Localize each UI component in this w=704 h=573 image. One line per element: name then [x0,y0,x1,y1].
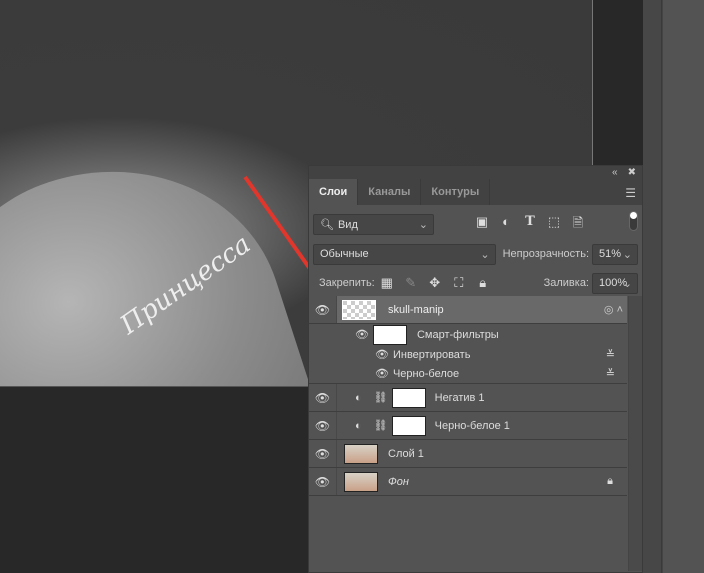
layer-thumbnail [344,443,378,464]
smart-filters-row[interactable]: 👁︎ Смарт-фильтры [309,324,627,345]
adjustment-icon: ◐ [355,419,362,432]
filter-toggle[interactable] [629,211,638,231]
layer-name: skull-manip [388,303,444,316]
layer-skull-manip[interactable]: 👁︎ skull-manip ◎ ˄ [309,296,627,324]
opacity-label: Непрозрачность: [502,248,589,260]
layer-name: Слой 1 [388,447,424,460]
visibility-eye-icon[interactable]: 👁︎ [309,296,337,323]
filter-invert-row[interactable]: 👁︎ Инвертировать ≚ [309,345,627,364]
filter-mask-thumbnail [372,324,407,345]
layer-mask-thumbnail [391,387,426,408]
visibility-eye-icon[interactable]: 👁︎ [375,367,389,380]
visibility-eye-icon[interactable]: 👁︎ [375,348,389,361]
smart-filter-toggle-icon[interactable]: ◎ ˄ [604,303,623,316]
fill-field[interactable]: 100% ⌄ [592,272,638,294]
opacity-field[interactable]: 51% ⌄ [592,243,638,265]
chevron-down-icon[interactable]: ⌄ [623,277,632,290]
blending-options-icon[interactable]: ≚ [606,348,615,361]
blending-options-icon[interactable]: ≚ [606,367,615,380]
layer-name: Фон [388,475,409,488]
lock-icon: 🔒︎ [607,475,613,487]
lock-transparency-icon[interactable]: ▦ [375,275,399,291]
layer-bw-1[interactable]: 👁︎ ◐ ⛓ Черно-белое 1 [309,412,627,440]
filter-kind-select[interactable]: 🔍︎ Вид ⌄ [313,214,434,235]
filter-bw-row[interactable]: 👁︎ Черно-белое ≚ [309,364,627,383]
visibility-eye-icon[interactable]: 👁︎ [309,468,337,495]
type-filter-icon[interactable]: T [518,214,542,236]
layer-name: Негатив 1 [434,391,485,404]
close-icon[interactable]: ✖ [628,167,636,178]
tab-layers[interactable]: Слои [309,179,359,205]
layer-name: Инвертировать [392,348,471,361]
visibility-eye-icon[interactable]: 👁︎ [355,328,369,341]
visibility-eye-icon[interactable]: 👁︎ [309,384,337,411]
opacity-value: 51% [599,248,622,260]
layer-negative-1[interactable]: 👁︎ ◐ ⛓ Негатив 1 [309,384,627,412]
panel-dock-strip [643,0,662,573]
shape-filter-icon[interactable]: ⬚ [542,214,566,236]
lock-all-icon[interactable]: 🔒︎ [471,275,495,291]
filter-kind-label: Вид [337,218,358,231]
lock-artboard-icon[interactable]: ⛶ [447,275,471,291]
smart-object-thumbnail [342,299,376,320]
layer-name: Черно-белое 1 [434,419,510,432]
search-icon: 🔍︎ [320,219,334,231]
layers-list: 👁︎ skull-manip ◎ ˄ 👁︎ Смарт-фильтры 👁︎ И… [309,296,627,496]
chevron-down-icon[interactable]: ⌄ [623,248,632,261]
panel-dock [662,0,704,573]
layers-panel: « ✖ Слои Каналы Контуры ☰ 🔍︎ Вид ⌄ ▣ ◐ T… [308,165,643,573]
adjustment-filter-icon[interactable]: ◐ [494,214,518,236]
chevron-down-icon: ⌄ [418,219,428,231]
smart-object-filter-icon[interactable]: 🗎︎ [566,214,590,236]
blend-mode-label: Обычные [320,248,369,260]
layer-name: Черно-белое [392,367,460,380]
blend-mode-select[interactable]: Обычные ⌄ [313,243,496,265]
layer-name: Смарт-фильтры [416,328,499,341]
lock-position-move-icon[interactable]: ✥ [423,275,447,291]
adjustment-icon: ◐ [355,391,362,404]
layer-mask-thumbnail [391,415,426,436]
panel-menu-icon[interactable]: ☰ [625,186,636,200]
fill-label: Заливка: [543,277,589,289]
layers-scrollbar[interactable] [628,296,642,571]
tab-paths[interactable]: Контуры [421,179,491,205]
visibility-eye-icon[interactable]: 👁︎ [309,412,337,439]
lock-pixels-brush-icon[interactable]: ✎ [399,275,423,291]
layer-thumbnail [344,471,378,492]
image-filter-icon[interactable]: ▣ [470,214,494,236]
tab-channels[interactable]: Каналы [358,179,422,205]
link-icon[interactable]: ⛓ [374,419,388,432]
layer-1[interactable]: 👁︎ Слой 1 [309,440,627,468]
collapse-icon[interactable]: « [612,167,618,178]
link-icon[interactable]: ⛓ [374,391,388,404]
lock-label: Закрепить: [319,277,375,289]
visibility-eye-icon[interactable]: 👁︎ [309,440,337,467]
chevron-down-icon: ⌄ [480,248,490,261]
layer-background[interactable]: 👁︎ Фон 🔒︎ [309,468,627,496]
